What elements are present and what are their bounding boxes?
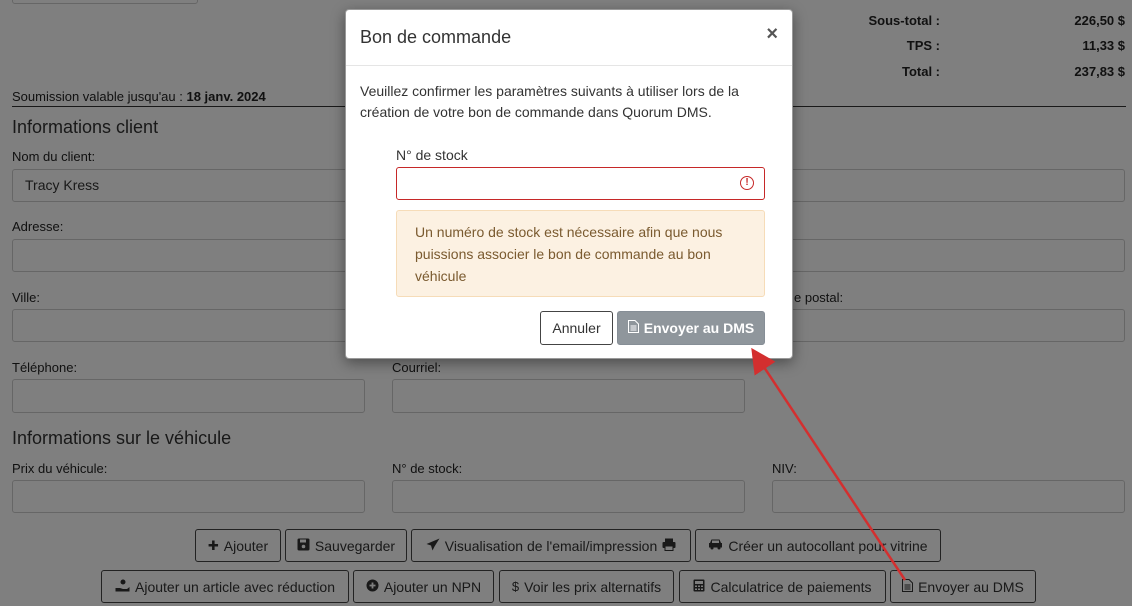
document-icon — [627, 320, 639, 336]
stock-required-warning: Un numéro de stock est nécessaire afin q… — [396, 210, 765, 297]
purchase-order-modal: Bon de commande × Veuillez confirmer les… — [345, 9, 793, 359]
modal-header: Bon de commande × — [346, 10, 792, 66]
cancel-button[interactable]: Annuler — [540, 311, 613, 345]
modal-description: Veuillez confirmer les paramètres suivan… — [360, 83, 739, 120]
modal-title: Bon de commande — [360, 27, 512, 47]
modal-stock-input[interactable]: ! — [396, 167, 765, 200]
modal-send-label: Envoyer au DMS — [643, 320, 755, 336]
modal-stock-label: N° de stock — [396, 147, 468, 163]
modal-send-to-dms-button[interactable]: Envoyer au DMS — [617, 311, 765, 345]
close-icon[interactable]: × — [766, 23, 778, 46]
error-icon: ! — [740, 176, 754, 190]
